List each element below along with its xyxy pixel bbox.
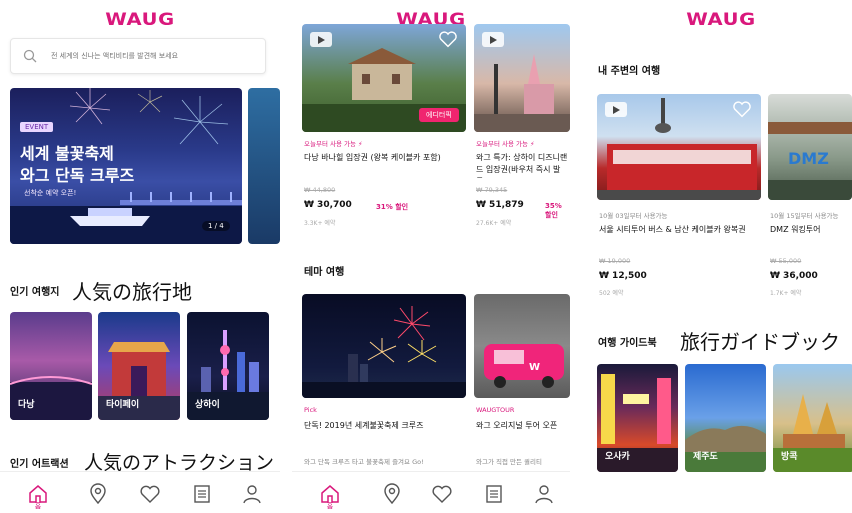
video-icon [482, 32, 504, 47]
travel-guide-title: 여행 가이드북 [598, 338, 657, 349]
video-icon [310, 32, 332, 47]
product-title[interactable]: DMZ 워킹투어 [770, 224, 821, 236]
banner-title-line1: 세계 불꽃축제 [20, 144, 114, 163]
sale-price: ₩ 36,000 [770, 271, 818, 281]
booking-count: 27.6K+ 예약 [476, 220, 512, 227]
discount-rate: 35% 할인 [545, 202, 562, 219]
original-price: ₩ 44,800 [304, 186, 336, 194]
receipt-icon[interactable] [190, 482, 214, 506]
theme-title[interactable]: 단독! 2019년 세계불꽃축제 크루즈 [304, 420, 424, 432]
theme-travel-title: 테마 여행 [304, 267, 345, 278]
tab-home-label: 홈 [34, 502, 42, 510]
guide-card-jeju[interactable]: 제주도 [685, 364, 766, 472]
city-label: 상하이 [195, 400, 220, 410]
product-title[interactable]: 다낭 바나힐 입장권 (왕복 케이블카 포함) [304, 152, 464, 164]
wishlist-heart-icon[interactable] [732, 100, 752, 118]
city-label: 오사카 [605, 452, 630, 462]
product-photo: DMZ [768, 122, 852, 200]
home-screen: WAUG 전 세계의 신나는 액티비티를 발견해 보세요 EVENT 세계 불꽃… [0, 0, 280, 513]
city-card-taipei[interactable]: 타이페이 [98, 312, 180, 420]
banner-pager: 1 / 4 [202, 221, 230, 231]
availability-tag: 오늘부터 사용 가능 ⚡ [476, 140, 535, 148]
city-label: 타이페이 [106, 400, 140, 410]
guide-card-bangkok[interactable]: 방콕 [773, 364, 852, 472]
travel-guide-jp-caption: 旅行ガイドブック [680, 330, 840, 354]
banner-title-line2: 와그 단독 크루즈 [20, 166, 135, 185]
city-card-danang[interactable]: 다낭 [10, 312, 92, 420]
city-label: 제주도 [693, 452, 718, 462]
bottom-tab-bar: 홈 [0, 471, 280, 513]
search-bar[interactable] [10, 38, 266, 74]
city-label: 다낭 [18, 400, 35, 410]
popular-destinations-title: 인기 여행지 [10, 287, 60, 298]
bottom-tab-bar: 홈 [292, 471, 570, 513]
heart-icon[interactable] [138, 482, 162, 506]
popular-destinations-jp-caption: 人気の旅行地 [72, 280, 192, 304]
editor-pick-badge: 에디터픽 [419, 108, 459, 122]
profile-icon[interactable] [240, 482, 264, 506]
receipt-icon[interactable] [482, 482, 506, 506]
popular-attractions-title: 인기 어트랙션 [10, 459, 69, 470]
search-icon [23, 49, 37, 63]
city-card-shanghai[interactable]: 상하이 [187, 312, 269, 420]
original-price: ₩ 19,000 [599, 257, 631, 265]
theme-title[interactable]: 와그 오리지널 투어 오픈 [476, 420, 557, 432]
sale-price: ₩ 30,700 [304, 200, 352, 210]
event-badge: EVENT [20, 122, 54, 132]
product-title[interactable]: 와그 특가: 상하이 디즈니랜드 입장권(바우처 즉시 발급) [476, 152, 568, 178]
product-title[interactable]: 서울 시티투어 버스 & 남산 케이블카 왕복권 [599, 224, 763, 236]
map-pin-icon[interactable] [86, 482, 110, 506]
product-image-dmz[interactable]: DMZ [768, 94, 852, 200]
booking-count: 3.3K+ 예약 [304, 220, 336, 227]
home-screen-scrolled: WAUG 에디터픽 오늘부터 사용 가능 ⚡ 다낭 바나힐 입장권 (왕복 케이… [292, 0, 570, 513]
waug-logo[interactable]: WAUG [0, 10, 280, 30]
map-pin-icon[interactable] [380, 482, 404, 506]
sale-price: ₩ 12,500 [599, 271, 647, 281]
original-price: ₩ 55,000 [770, 257, 802, 265]
theme-image-waugtour[interactable]: W [474, 294, 570, 398]
tab-home-label: 홈 [326, 502, 334, 510]
theme-tag: Pick [304, 406, 317, 414]
banner-subtitle: 선착순 예약 오픈! [24, 189, 77, 197]
home-screen-nearby: WAUG 내 주변의 여행 DMZ 10월 03일부터 사용가능 서울 시티투어… [590, 0, 852, 513]
svg-text:DMZ: DMZ [788, 149, 829, 168]
nearby-travel-title: 내 주변의 여행 [598, 66, 661, 77]
city-label: 방콕 [781, 452, 798, 462]
product-image-disneyland[interactable] [474, 24, 570, 132]
booking-count: 1.7K+ 예약 [770, 290, 802, 297]
availability-tag: 10월 03일부터 사용가능 [599, 212, 668, 220]
theme-photo: W [484, 344, 564, 388]
discount-rate: 31% 할인 [376, 203, 409, 211]
theme-photo [302, 306, 466, 398]
video-icon [605, 102, 627, 117]
guide-card-osaka[interactable]: 오사카 [597, 364, 678, 472]
availability-tag: 오늘부터 사용 가능 ⚡ [304, 140, 363, 148]
heart-icon[interactable] [430, 482, 454, 506]
theme-description: 와그 단독 크루즈 타고 불꽃축제 즐겨요 Go! [304, 458, 424, 466]
profile-icon[interactable] [532, 482, 556, 506]
theme-description: 와그가 직접 만든 퀄리티 [476, 458, 542, 466]
waug-logo[interactable]: WAUG [590, 10, 852, 30]
wishlist-heart-icon[interactable] [438, 30, 458, 48]
search-input[interactable] [51, 47, 251, 65]
booking-count: 502 예약 [599, 290, 624, 297]
original-price: ₩ 79,345 [476, 186, 508, 194]
next-banner-preview[interactable] [248, 88, 280, 244]
theme-image-fireworks[interactable] [302, 294, 466, 398]
sale-price: ₩ 51,879 [476, 200, 524, 210]
availability-tag: 10월 15일부터 사용가능 [770, 212, 839, 220]
svg-text:W: W [529, 362, 540, 373]
theme-tag: WAUGTOUR [476, 406, 515, 414]
